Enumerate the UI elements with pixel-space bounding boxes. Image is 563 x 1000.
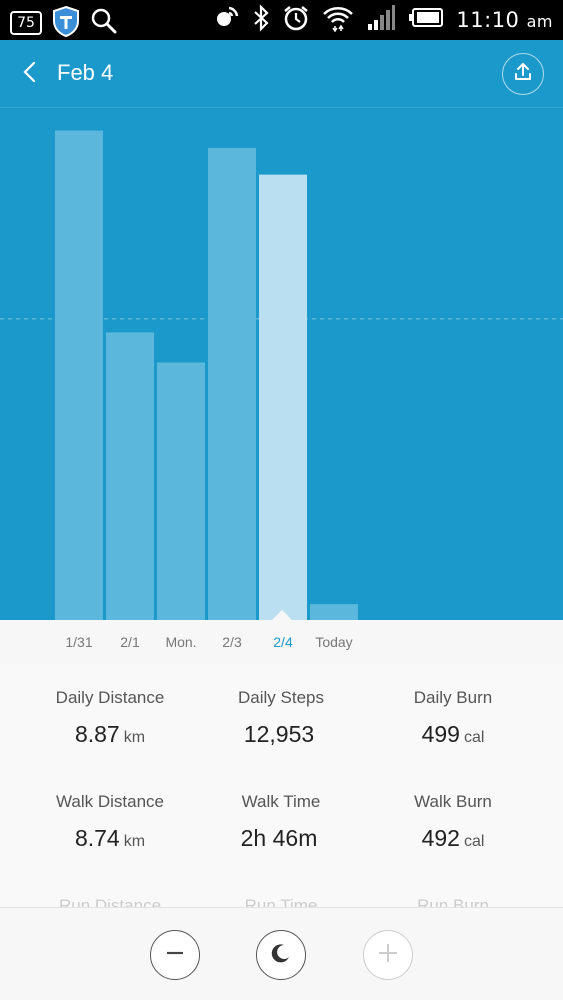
steps-bar-chart: [0, 108, 563, 620]
stats-panel: Daily Distance 8.87 km Daily Steps 12,953…: [0, 664, 563, 908]
stat-value-row: 492 cal: [358, 825, 548, 852]
stat-label: Daily Steps: [238, 688, 324, 707]
previous-day-button[interactable]: [150, 930, 200, 980]
stat-label: Walk Burn: [414, 792, 492, 811]
selected-day-pointer: [272, 610, 292, 620]
status-bar: 75 11:10 am: [0, 0, 563, 40]
moon-icon: [270, 942, 292, 968]
status-bar-right: 11:10 am: [212, 4, 553, 36]
chart-bar-2-3[interactable]: [208, 147, 256, 620]
alarm-icon: [282, 4, 310, 36]
stat-value-row: 8.74 km: [15, 825, 205, 852]
chart-bar-2-1[interactable]: [106, 332, 154, 620]
stat-walk-burn: Walk Burn 492 cal: [358, 792, 548, 852]
battery-percent-badge: 75: [10, 11, 42, 35]
stat-value-row: 8.87 km: [15, 721, 205, 748]
bluetooth-icon: [252, 4, 270, 36]
chart-x-axis: 1/31 2/1 Mon. 2/3 2/4 Today: [0, 610, 563, 664]
stat-unit: km: [123, 729, 146, 746]
stat-value-row: 12,953: [186, 721, 376, 748]
stat-label: Daily Distance: [55, 688, 165, 707]
share-button[interactable]: [502, 53, 544, 95]
chart-bar-2-4[interactable]: [259, 174, 307, 620]
chevron-left-icon: [21, 60, 37, 88]
stat-unit: km: [123, 833, 146, 850]
battery-icon: [408, 6, 444, 34]
stat-walk-time: Walk Time 2h 46m: [186, 792, 376, 852]
signal-icon: [366, 4, 396, 36]
stat-daily-steps: Daily Steps 12,953: [186, 688, 376, 748]
back-button[interactable]: [14, 58, 44, 90]
page-title: Feb 4: [57, 60, 114, 85]
clock-ampm: am: [526, 12, 553, 31]
stat-value: 2h 46m: [240, 825, 318, 851]
chart-bar-today[interactable]: [310, 604, 358, 620]
clock-time: 11:10: [456, 8, 520, 32]
plus-icon: [377, 942, 399, 968]
stat-label: Walk Time: [241, 792, 321, 811]
clock: 11:10 am: [456, 8, 553, 32]
stat-label: Daily Burn: [413, 688, 493, 707]
stat-unit: cal: [463, 729, 485, 746]
stat-value: 12,953: [243, 721, 315, 747]
stat-value-row: 2h 46m: [186, 825, 376, 852]
next-day-button[interactable]: [363, 930, 413, 980]
location-icon: [212, 4, 240, 36]
stat-walk-distance: Walk Distance 8.74 km: [15, 792, 205, 852]
search-icon: [90, 7, 118, 39]
x-tick-label[interactable]: Today: [304, 634, 364, 650]
stat-value: 8.74: [74, 825, 120, 851]
stat-unit: cal: [463, 833, 485, 850]
chart-svg: [0, 130, 563, 620]
stat-value: 492: [421, 825, 460, 851]
stat-daily-burn: Daily Burn 499 cal: [358, 688, 548, 748]
chart-bar-mon-[interactable]: [157, 362, 205, 620]
minus-icon: [165, 943, 185, 967]
shield-icon: [52, 5, 80, 41]
chart-bar-1-31[interactable]: [55, 130, 103, 620]
share-upload-icon: [512, 61, 534, 87]
stat-value-row: 499 cal: [358, 721, 548, 748]
stat-label: Walk Distance: [55, 792, 164, 811]
wifi-icon: [322, 4, 354, 36]
bottom-controls: [0, 907, 563, 1000]
header-bar: Feb 4: [0, 40, 563, 108]
stat-daily-distance: Daily Distance 8.87 km: [15, 688, 205, 748]
stat-value: 499: [421, 721, 460, 747]
stat-value: 8.87: [74, 721, 120, 747]
sleep-mode-button[interactable]: [256, 930, 306, 980]
status-bar-left: 75: [10, 5, 118, 41]
